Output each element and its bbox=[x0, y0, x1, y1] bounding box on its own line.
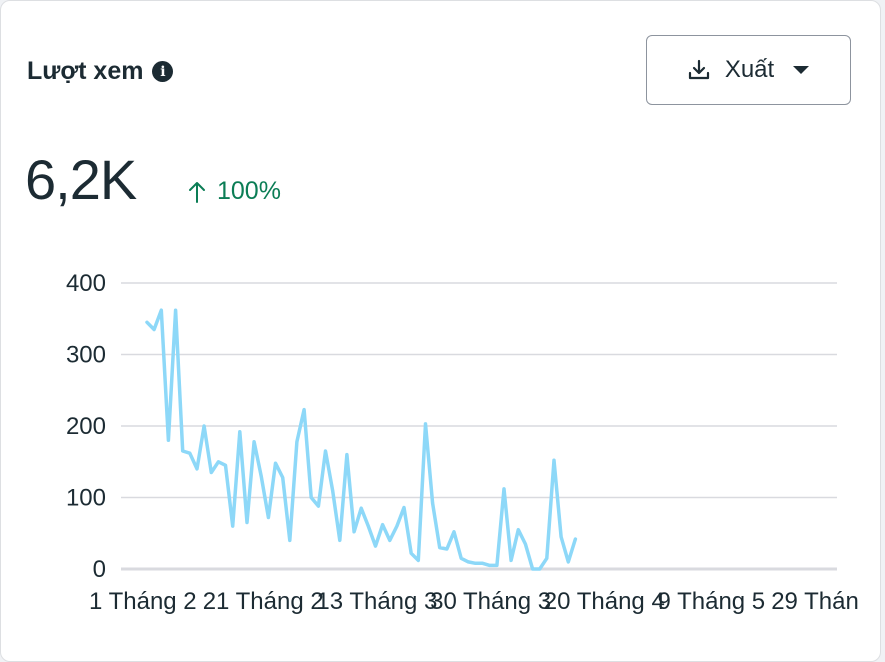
download-icon bbox=[688, 59, 709, 80]
y-tick-label: 0 bbox=[93, 556, 106, 583]
change-value: 100% bbox=[217, 177, 281, 205]
info-icon[interactable]: i bbox=[152, 61, 174, 82]
views-card: Lượt xem i Xuất 6,2K 100% 0 100 200 300 400 1… bbox=[0, 0, 881, 662]
card-title: Lượt xem bbox=[27, 57, 144, 85]
y-tick-label: 300 bbox=[66, 342, 106, 369]
x-tick-label: 1 Tháng 2 bbox=[89, 588, 197, 615]
export-label: Xuất bbox=[724, 56, 775, 83]
total-views-value: 6,2K bbox=[25, 148, 137, 211]
series-line-0 bbox=[145, 308, 578, 571]
y-tick-label: 400 bbox=[66, 270, 106, 297]
arrow-up-icon bbox=[189, 181, 205, 203]
views-line-chart: 0 100 200 300 400 1 Tháng 2 21 Tháng 213 Tháng… bbox=[66, 270, 859, 615]
x-tick-label: 9 Tháng 5 bbox=[658, 588, 766, 615]
card-header: Lượt xem i bbox=[27, 57, 174, 86]
y-tick-label: 200 bbox=[66, 413, 106, 440]
x-tick-label: 20 Tháng 4 bbox=[544, 588, 665, 615]
x-tick-label: 13 Tháng 3 bbox=[316, 588, 437, 615]
caret-down-icon bbox=[793, 66, 810, 74]
export-button[interactable]: Xuất bbox=[646, 35, 851, 105]
x-tick-label: 30 Tháng 3 bbox=[430, 588, 551, 615]
x-tick-label: 29 Thán bbox=[771, 588, 859, 615]
x-tick-label: 21 Tháng 2 bbox=[203, 588, 324, 615]
y-tick-label: 100 bbox=[66, 485, 106, 512]
change-indicator: 100% bbox=[187, 177, 281, 206]
